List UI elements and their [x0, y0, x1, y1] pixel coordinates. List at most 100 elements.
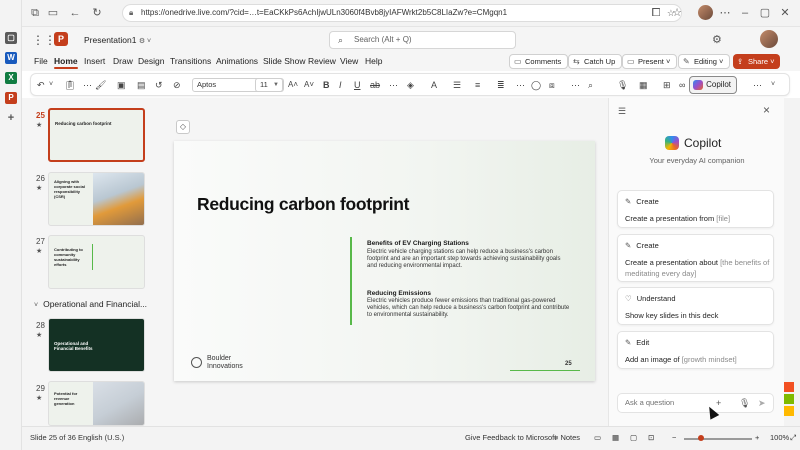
minimize-icon[interactable]: – [738, 6, 752, 20]
hide-slide-icon[interactable]: ⊘ [173, 79, 181, 91]
excel-icon[interactable]: X [5, 72, 17, 84]
find-icon[interactable]: ⌕ [588, 79, 593, 91]
catch-up-button[interactable]: ⇆ Catch Up [568, 54, 623, 69]
feedback-link[interactable]: Give Feedback to Microsoft [465, 433, 556, 442]
tab-animations[interactable]: Animations [216, 56, 258, 66]
tabs-icon[interactable]: ▭ [46, 6, 60, 20]
tab-insert[interactable]: Insert [84, 56, 105, 66]
present-button[interactable]: ▭ Present ˅ [622, 54, 678, 69]
dictate-microphone-icon[interactable]: 🎙︎ [617, 79, 628, 91]
favorites-icon[interactable]: ☆ [670, 6, 684, 20]
paragraph-more-icon[interactable]: ⋯ [516, 79, 525, 91]
maximize-icon[interactable]: ▢ [758, 6, 772, 20]
bullet-text[interactable]: Electric vehicles produce fewer emission… [367, 298, 572, 319]
paste-icon[interactable]: 📋︎ [64, 79, 75, 91]
tab-home[interactable]: Home [54, 56, 78, 69]
reading-view-icon[interactable]: ▢ [630, 433, 637, 442]
zoom-out-icon[interactable]: − [672, 433, 676, 442]
hamburger-menu-icon[interactable]: ☰ [618, 106, 626, 117]
tab-review[interactable]: Review [308, 56, 336, 66]
current-slide[interactable]: Reducing carbon footprint Benefits of EV… [174, 141, 595, 381]
share-button[interactable]: ⇪ Share ˅ [733, 54, 781, 69]
undo-icon[interactable]: ↶ [37, 79, 45, 91]
language-indicator[interactable]: English (U.S.) [78, 433, 124, 442]
copilot-ribbon-button[interactable]: Copilot [689, 76, 737, 94]
more-icon[interactable]: ⋯ [718, 6, 732, 20]
tab-help[interactable]: Help [365, 56, 382, 66]
collections-icon[interactable]: ⧉ [28, 6, 42, 20]
clipboard-more-icon[interactable]: ⋯ [83, 79, 92, 91]
search-input[interactable]: ⌕ Search (Alt + Q) [329, 31, 516, 49]
prompt-card-create-from-file[interactable]: ✎ Create Create a presentation from [file… [617, 190, 774, 228]
presenter-view-icon[interactable]: ⊡ [648, 433, 654, 442]
app-launcher-icon[interactable]: ⋮⋮⋮ [32, 34, 68, 46]
bold-button[interactable]: B [323, 79, 330, 91]
arrange-icon[interactable]: ⧈ [549, 79, 555, 91]
close-icon[interactable]: ✕ [778, 6, 792, 20]
slide-title[interactable]: Reducing carbon footprint [197, 194, 410, 215]
add-ins-icon[interactable]: ⊞ [663, 79, 671, 91]
zoom-level[interactable]: 100% [770, 433, 789, 442]
address-bar[interactable]: 🔒︎ https://onedrive.live.com/?cid=…t=EaC… [122, 4, 682, 22]
sidebar-app-icon[interactable]: ▢ [5, 32, 17, 44]
fit-to-window-icon[interactable]: ⤢ [790, 433, 796, 443]
browser-profile-avatar[interactable] [698, 5, 713, 20]
loop-icon[interactable]: ∞ [679, 79, 685, 91]
word-icon[interactable]: W [5, 52, 17, 64]
strikethrough-icon[interactable]: ab [370, 79, 380, 91]
zoom-slider[interactable] [684, 438, 752, 440]
zoom-slider-thumb[interactable] [698, 435, 704, 441]
tab-view[interactable]: View [340, 56, 358, 66]
refresh-icon[interactable]: ↻ [90, 6, 104, 20]
numbering-icon[interactable]: ≡ [475, 79, 480, 91]
powerpoint-icon[interactable]: P [5, 92, 17, 104]
prompt-card-edit[interactable]: ✎ Edit Add an image of [growth mindset] [617, 331, 774, 369]
align-icon[interactable]: ≣ [497, 79, 505, 91]
extensions-icon[interactable]: ⧠ [649, 6, 663, 20]
designer-icon[interactable]: ▦ [639, 79, 648, 91]
reset-icon[interactable]: ↺ [155, 79, 163, 91]
settings-gear-icon[interactable]: ⚙ [712, 33, 722, 46]
section-header[interactable]: ˅ Operational and Financial... [34, 299, 147, 309]
ribbon-expand-icon[interactable]: ˅ [771, 79, 775, 91]
prompt-card-understand[interactable]: ♡ Understand Show key slides in this deck [617, 287, 774, 325]
slide-thumbnail-29[interactable]: Potential for revenue generation [48, 381, 145, 426]
tab-file[interactable]: File [34, 56, 48, 66]
shape-fill-icon[interactable]: ◈ [407, 79, 414, 91]
tab-slide-show[interactable]: Slide Show [263, 56, 306, 66]
add-icon[interactable]: + [5, 112, 17, 124]
tab-design[interactable]: Design [138, 56, 164, 66]
microphone-icon[interactable]: 🎙︎ [739, 394, 750, 412]
layout-icon[interactable]: ▤ [137, 79, 146, 91]
more-formatting-icon[interactable]: ⋯ [389, 79, 398, 91]
slide-thumbnail-26[interactable]: Aligning with corporate social responsib… [48, 172, 145, 226]
tab-transitions[interactable]: Transitions [170, 56, 211, 66]
font-size-select[interactable]: 11 ▼ [255, 78, 283, 92]
document-title[interactable]: Presentation1 ⚙︎ ˅ [84, 35, 151, 45]
slide-thumbnail-25[interactable]: Reducing carbon footprint [48, 108, 145, 162]
copilot-inline-icon[interactable]: ◇ [176, 120, 190, 134]
shapes-icon[interactable]: ◯ [531, 79, 541, 91]
undo-dropdown-icon[interactable]: ˅ [49, 79, 53, 91]
font-color-icon[interactable]: A [431, 79, 437, 91]
slide-thumbnail-27[interactable]: Contributing to community sustainability… [48, 235, 145, 289]
bullet-heading[interactable]: Benefits of EV Charging Stations [367, 240, 469, 247]
add-attachment-icon[interactable]: + [716, 394, 721, 412]
bullet-text[interactable]: Electric vehicle charging stations can h… [367, 249, 572, 270]
italic-icon[interactable]: I [339, 79, 342, 91]
editing-mode-button[interactable]: ✎ Editing ˅ [678, 54, 731, 69]
bullets-icon[interactable]: ☰ [453, 79, 461, 91]
tab-draw[interactable]: Draw [113, 56, 133, 66]
zoom-in-icon[interactable]: + [755, 433, 759, 442]
slide-sorter-icon[interactable]: ▦ [612, 433, 619, 442]
bullet-heading[interactable]: Reducing Emissions [367, 290, 431, 297]
normal-view-icon[interactable]: ▭ [594, 433, 601, 442]
notes-button[interactable]: ≡ Notes [554, 433, 580, 442]
back-icon[interactable]: ← [68, 6, 82, 20]
underline-icon[interactable]: U [354, 79, 361, 91]
ask-question-input[interactable]: Ask a question + 🎙︎ ➤ [617, 393, 774, 413]
decrease-font-icon[interactable]: A˅ [304, 79, 314, 91]
account-avatar[interactable] [760, 30, 778, 48]
prompt-card-create-about[interactable]: ✎ Create Create a presentation about [the… [617, 234, 774, 282]
comments-button[interactable]: ▭ Comments [509, 54, 569, 69]
